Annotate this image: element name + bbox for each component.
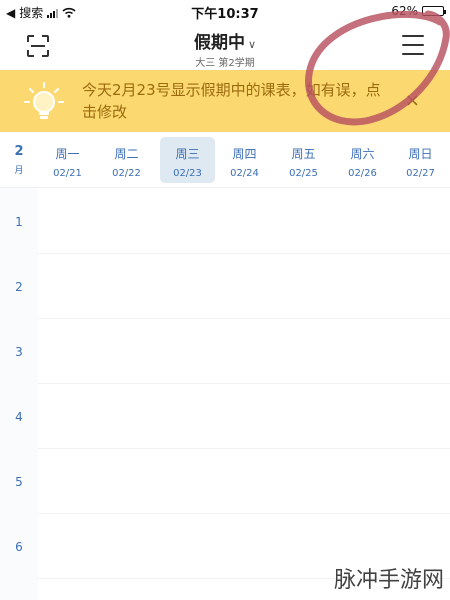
day-header-fri[interactable]: 周五 02/25 [276,137,331,183]
day-date: 02/23 [173,168,202,179]
day-header-mon[interactable]: 周一 02/21 [40,137,95,183]
row-divider [38,513,450,514]
row-divider [38,383,450,384]
day-header-sat[interactable]: 周六 02/26 [335,137,390,183]
row-divider [38,253,450,254]
row-divider [38,318,450,319]
day-date: 02/24 [230,168,259,179]
day-date: 02/25 [289,168,318,179]
pen-annotation [305,10,450,126]
month-unit: 月 [14,166,24,176]
timetable-grid[interactable]: 1 2 3 4 5 6 [0,188,450,600]
page-title[interactable]: 假期中 [194,33,245,53]
watermark: 脉冲手游网 [333,568,444,593]
day-name: 周日 [408,147,433,161]
day-date: 02/27 [406,168,435,179]
day-name: 周四 [232,147,257,161]
week-header: 2 月 周一 02/21 周二 02/22 周三 02/23 周四 02/24 … [0,132,450,188]
row-divider [38,448,450,449]
day-header-tue[interactable]: 周二 02/22 [99,137,154,183]
day-name: 周一 [55,147,80,161]
day-name: 周二 [114,147,139,161]
day-header-thu[interactable]: 周四 02/24 [217,137,272,183]
day-date: 02/26 [348,168,377,179]
period-number: 4 [15,410,23,424]
period-number: 1 [15,215,23,229]
day-name: 周三 [175,147,200,161]
period-column [0,188,38,600]
period-number: 5 [15,475,23,489]
day-date: 02/22 [112,168,141,179]
month-number: 2 [14,144,24,159]
day-name: 周五 [291,147,316,161]
day-header-sun[interactable]: 周日 02/27 [393,137,448,183]
lightbulb-icon [24,82,64,119]
period-number: 2 [15,280,23,294]
chevron-down-icon[interactable]: ∨ [248,38,256,51]
day-name: 周六 [350,147,375,161]
period-number: 3 [15,345,23,359]
day-date: 02/21 [53,168,82,179]
period-number: 6 [15,540,23,554]
day-header-wed-today[interactable]: 周三 02/23 [160,137,215,183]
month-cell: 2 月 [0,132,38,188]
